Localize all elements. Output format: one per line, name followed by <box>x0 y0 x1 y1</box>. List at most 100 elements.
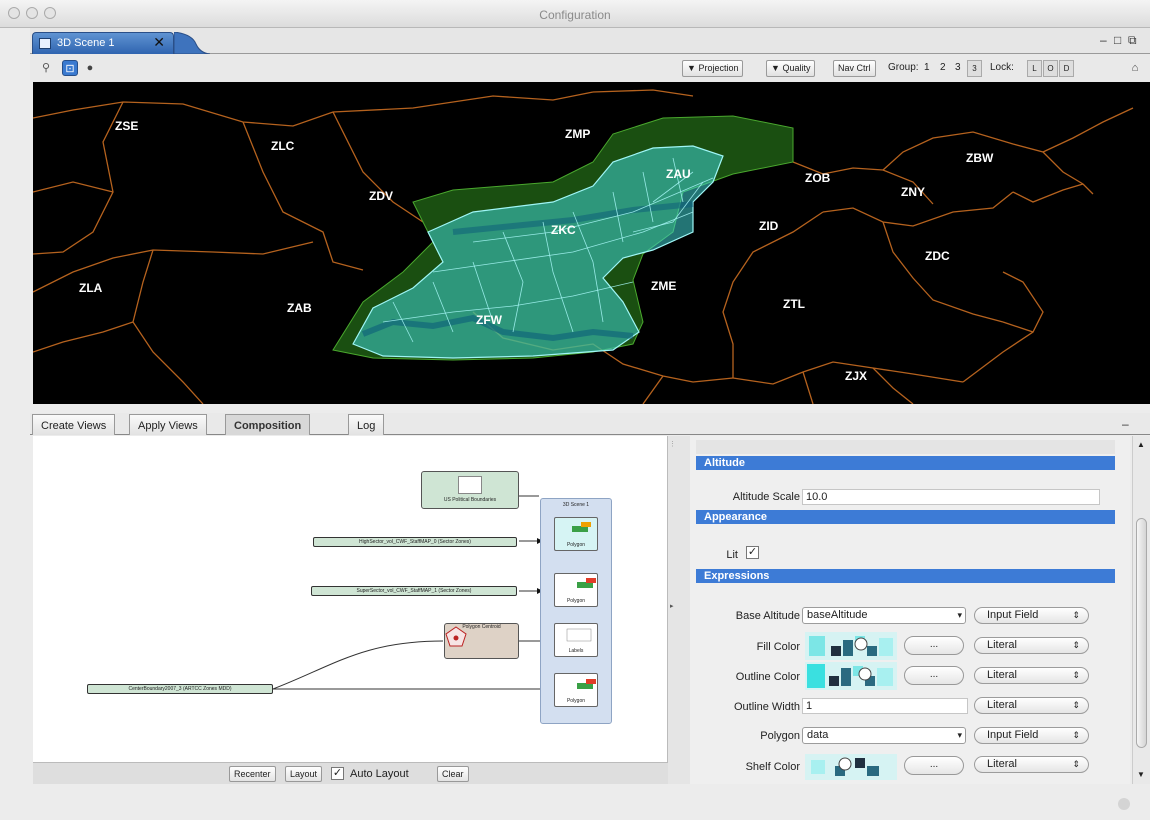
tab-log[interactable]: Log <box>348 414 385 435</box>
altitude-scale-label: Altitude Scale <box>732 491 800 503</box>
group-1-button[interactable]: 1 <box>924 62 930 73</box>
polygon-layer-box[interactable]: Polygon <box>554 673 598 707</box>
region-label: ZNY <box>901 185 925 199</box>
fill-color-swatch[interactable] <box>805 632 897 660</box>
recenter-button[interactable]: Recenter <box>229 766 276 782</box>
status-bar <box>0 790 1150 820</box>
tab-composition[interactable]: Composition <box>225 414 311 435</box>
group-3-button[interactable]: 3 <box>955 62 961 73</box>
shelf-color-picker-button[interactable]: ... <box>904 756 964 775</box>
high-sector-node[interactable]: HighSector_vol_CWF_StaffMAP_0 (Sector Zo… <box>313 537 517 547</box>
group-4-button[interactable]: 3 <box>967 60 982 77</box>
outline-width-mode-select[interactable]: Literal ⇕ <box>974 697 1089 714</box>
home-icon[interactable]: ⌂ <box>1127 60 1143 76</box>
dropdown-arrow-icon: ▼ <box>687 63 696 73</box>
editor-tab-strip: 3D Scene 1 ✕ ‒ □ ⧉ <box>30 28 1150 54</box>
polygon-layer-box[interactable]: Polygon <box>554 517 598 551</box>
minimize-pane-icon[interactable]: ‒ <box>1100 33 1107 47</box>
region-label: ZKC <box>551 223 576 237</box>
region-label: ZMP <box>565 127 590 141</box>
record-icon[interactable]: ● <box>82 60 98 76</box>
updown-icon: ⇕ <box>1072 730 1080 740</box>
scrollbar-thumb[interactable] <box>1136 518 1147 748</box>
combo-arrow-icon: ▾ <box>957 610 962 620</box>
region-label: ZDC <box>925 249 950 263</box>
minimize-pane-icon[interactable]: ‒ <box>1122 417 1129 431</box>
view-toggle-icon[interactable]: ⊡ <box>62 60 78 76</box>
composition-canvas[interactable]: US Political Boundaries 3D Scene 1 Polyg… <box>33 436 668 762</box>
updown-icon: ⇕ <box>1072 759 1080 769</box>
layout-button[interactable]: Layout <box>285 766 323 782</box>
scene-icon <box>39 38 51 49</box>
clear-button[interactable]: Clear <box>437 766 469 782</box>
lock-d-button[interactable]: D <box>1059 60 1074 77</box>
combo-value: data <box>807 729 829 741</box>
outline-color-mode-select[interactable]: Literal ⇕ <box>974 667 1089 684</box>
scene-node-title: 3D Scene 1 <box>562 502 590 508</box>
shelf-color-mode-select[interactable]: Literal ⇕ <box>974 756 1089 773</box>
region-label: ZLA <box>79 281 103 295</box>
polygon-combo[interactable]: data ▾ <box>802 727 966 744</box>
projection-label: Projection <box>698 63 739 73</box>
shelf-color-swatch[interactable] <box>805 754 897 780</box>
projection-dropdown[interactable]: ▼ Projection <box>682 60 744 77</box>
altitude-scale-input[interactable]: 10.0 <box>802 489 1100 505</box>
base-altitude-mode-select[interactable]: Input Field ⇕ <box>974 607 1089 624</box>
center-boundary-node[interactable]: CenterBoundary2007_3 (ARTCC Zones MDD) <box>87 684 273 694</box>
tab-3d-scene[interactable]: 3D Scene 1 ✕ <box>32 32 174 54</box>
scene-toolbar: ⚲ ⊡ ● ▼ Projection ▼ Quality Nav Ctrl Gr… <box>30 54 1150 82</box>
mode-value: Literal <box>987 669 1017 681</box>
lock-l-button[interactable]: L <box>1027 60 1042 77</box>
fill-color-mode-select[interactable]: Literal ⇕ <box>974 637 1089 654</box>
region-label: ZTL <box>783 297 805 311</box>
updown-icon: ⇕ <box>1072 640 1080 650</box>
mode-value: Input Field <box>987 609 1039 621</box>
us-political-node[interactable]: US Political Boundaries <box>421 471 519 509</box>
section-appearance-header[interactable]: Appearance <box>696 510 1115 524</box>
quality-label: Quality <box>782 63 811 73</box>
scene-node[interactable]: 3D Scene 1 Polygon Polygon Labels Polygo… <box>540 498 612 724</box>
updown-icon: ⇕ <box>1072 670 1080 680</box>
region-label: ZSE <box>115 119 138 133</box>
section-expressions-header[interactable]: Expressions <box>696 569 1115 583</box>
outline-color-swatch[interactable] <box>805 662 897 690</box>
base-altitude-combo[interactable]: baseAltitude ▾ <box>802 607 966 624</box>
fill-color-label: Fill Color <box>756 641 800 653</box>
region-label: ZME <box>651 279 676 293</box>
auto-layout-checkbox[interactable]: ✓ <box>331 767 344 780</box>
table-icon <box>458 476 482 494</box>
restore-pane-icon[interactable]: ⧉ <box>1128 33 1137 48</box>
polygon-layer-box[interactable]: Polygon <box>554 573 598 607</box>
quality-dropdown[interactable]: ▼ Quality <box>766 60 816 77</box>
nav-ctrl-button[interactable]: Nav Ctrl <box>833 60 876 77</box>
node-label: Labels <box>568 648 584 654</box>
splitter-grip-icon: ⋮ <box>669 441 676 448</box>
polygon-mode-select[interactable]: Input Field ⇕ <box>974 727 1089 744</box>
pane-splitter[interactable]: ⋮ ▸ <box>668 436 690 784</box>
section-altitude-header[interactable]: Altitude <box>696 456 1115 470</box>
scroll-up-icon[interactable]: ▲ <box>1137 440 1145 449</box>
outline-width-input[interactable]: 1 <box>802 698 968 714</box>
centroid-icon <box>445 626 467 647</box>
super-sector-node[interactable]: SuperSector_vol_CWF_StaffMAP_1 (Sector Z… <box>311 586 517 596</box>
application-window: Configuration 3D Scene 1 ✕ ‒ □ ⧉ ⚲ ⊡ ● ▼… <box>0 0 1150 820</box>
lock-label: Lock: <box>990 62 1014 73</box>
polygon-centroid-node[interactable]: Polygon Centroid <box>444 623 519 659</box>
lit-checkbox[interactable]: ✓ <box>746 546 759 559</box>
tab-apply-views[interactable]: Apply Views <box>129 414 207 435</box>
window-title: Configuration <box>539 8 611 22</box>
tab-close-button[interactable]: ✕ <box>153 34 165 51</box>
outline-color-picker-button[interactable]: ... <box>904 666 964 685</box>
lock-o-button[interactable]: O <box>1043 60 1058 77</box>
labels-layer-box[interactable]: Labels <box>554 623 598 657</box>
group-2-button[interactable]: 2 <box>940 62 946 73</box>
wrench-icon[interactable]: ⚲ <box>38 60 54 76</box>
scroll-down-icon[interactable]: ▼ <box>1137 770 1145 779</box>
fill-color-picker-button[interactable]: ... <box>904 636 964 655</box>
maximize-pane-icon[interactable]: □ <box>1114 33 1121 47</box>
3d-map-viewport[interactable]: ZSE ZLC ZMP ZAU ZOB ZBW ZNY ZDV ZKC ZID … <box>33 82 1150 404</box>
collapse-arrow-icon[interactable]: ▸ <box>670 602 674 610</box>
tab-create-views[interactable]: Create Views <box>32 414 116 435</box>
properties-scrollbar[interactable]: ▲ ▼ <box>1132 436 1150 784</box>
region-label: ZJX <box>845 369 867 383</box>
